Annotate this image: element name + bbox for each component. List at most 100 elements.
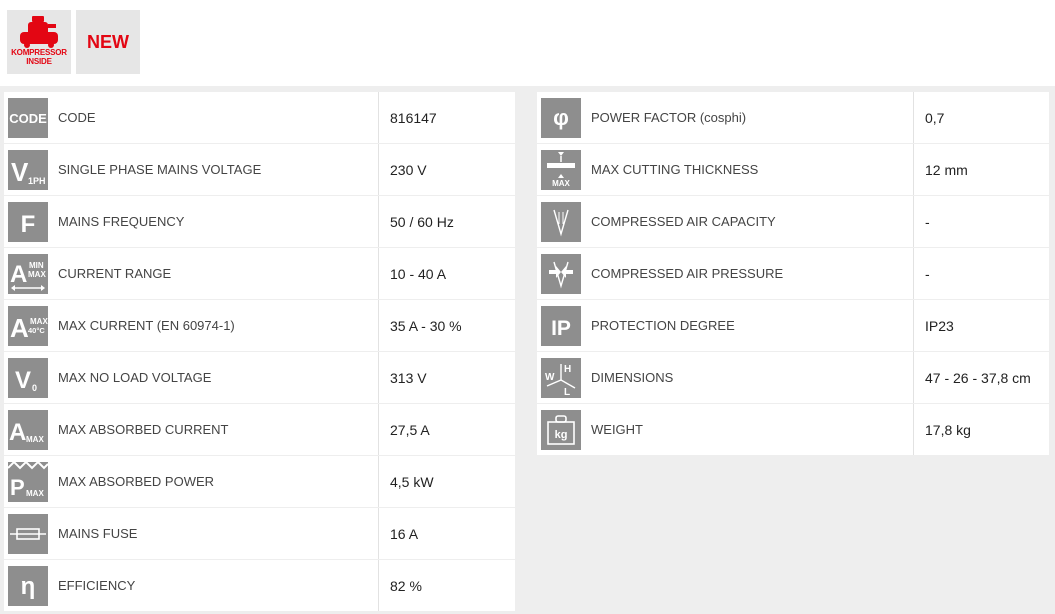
spec-value: 313 V [390,369,427,386]
weight-icon: kg [541,409,581,450]
new-badge: NEW [76,10,140,74]
spec-label: MAX CUTTING THICKNESS [591,162,759,177]
spec-value: 10 - 40 A [390,265,447,282]
spec-value: 816147 [390,109,437,126]
row-divider [913,196,914,247]
spec-label: MAX ABSORBED CURRENT [58,422,229,437]
spec-label: MAINS FUSE [58,526,138,541]
svg-text:MAX: MAX [26,489,44,498]
spec-label: SINGLE PHASE MAINS VOLTAGE [58,162,262,177]
spec-row-protection-degree: IP PROTECTION DEGREE IP23 [537,300,1049,351]
spec-value: 27,5 A [390,421,430,438]
svg-text:V: V [11,157,29,187]
svg-text:CODE: CODE [9,111,47,126]
spec-value: 16 A [390,525,419,542]
badge-row: KOMPRESSOR INSIDE NEW [7,10,140,74]
dimensions-icon: H W L [541,357,581,398]
spec-label: WEIGHT [591,422,643,437]
row-divider [913,144,914,195]
row-divider [378,404,379,455]
power-factor-icon: φ [541,97,581,138]
row-divider [378,92,379,143]
svg-text:A: A [10,313,29,343]
row-divider [378,456,379,507]
absorbed-power-icon: P MAX [8,461,48,502]
kompressor-line1: KOMPRESSOR [11,48,67,57]
svg-text:MIN: MIN [29,261,44,270]
protection-degree-icon: IP [541,305,581,346]
spec-value: 82 % [390,577,422,594]
svg-text:V: V [15,367,31,394]
spec-panel: CODE CODE 816147 V 1PH SINGLE PHASE MAIN… [0,86,1055,614]
row-divider [378,560,379,611]
current-range-icon: A MIN MAX [8,253,48,294]
spec-label: MAINS FREQUENCY [58,214,185,229]
fuse-icon [8,513,48,554]
new-badge-label: NEW [87,31,129,52]
svg-text:A: A [9,419,26,446]
row-divider [378,248,379,299]
frequency-icon: F [8,201,48,242]
spec-label: COMPRESSED AIR PRESSURE [591,266,784,281]
row-divider [378,144,379,195]
svg-text:φ: φ [553,105,569,130]
efficiency-icon: η [8,565,48,606]
spec-value: 0,7 [925,109,945,126]
svg-text:L: L [564,387,570,398]
air-pressure-icon [541,253,581,294]
spec-row-cutting-thickness: MAX MAX CUTTING THICKNESS 12 mm [537,144,1049,195]
spec-label: EFFICIENCY [58,578,136,593]
spec-row-max-current: A MAX 40°C MAX CURRENT (EN 60974-1) 35 A… [4,300,515,351]
svg-text:MAX: MAX [28,270,46,279]
max-current-icon: A MAX 40°C [8,305,48,346]
spec-label: MAX CURRENT (EN 60974-1) [58,318,235,333]
spec-row-efficiency: η EFFICIENCY 82 % [4,560,515,611]
spec-value: 17,8 kg [925,421,971,438]
spec-value: - [925,213,930,230]
svg-text:W: W [545,372,555,383]
row-divider [378,352,379,403]
spec-value: 50 / 60 Hz [390,213,454,230]
svg-text:H: H [564,364,571,375]
spec-label: PROTECTION DEGREE [591,318,735,333]
spec-row-power-factor: φ POWER FACTOR (cosphi) 0,7 [537,92,1049,143]
absorbed-current-icon: A MAX [8,409,48,450]
kompressor-inside-badge: KOMPRESSOR INSIDE [7,10,71,74]
spec-value: 4,5 kW [390,473,434,490]
spec-row-mains-fuse: MAINS FUSE 16 A [4,508,515,559]
air-capacity-icon [541,201,581,242]
code-icon: CODE [8,97,48,138]
spec-row-no-load-voltage: V 0 MAX NO LOAD VOLTAGE 313 V [4,352,515,403]
spec-label: POWER FACTOR (cosphi) [591,110,747,125]
kompressor-text: KOMPRESSOR INSIDE [7,48,71,66]
spec-row-code: CODE CODE 816147 [4,92,515,143]
spec-row-dimensions: H W L DIMENSIONS 47 - 26 - 37,8 cm [537,352,1049,403]
spec-label: CURRENT RANGE [58,266,172,281]
spec-row-absorbed-power: P MAX MAX ABSORBED POWER 4,5 kW [4,456,515,507]
spec-label: COMPRESSED AIR CAPACITY [591,214,776,229]
svg-text:IP: IP [551,317,571,340]
spec-table-right: φ POWER FACTOR (cosphi) 0,7 MAX MAX CUTT… [537,92,1049,456]
spec-row-weight: kg WEIGHT 17,8 kg [537,404,1049,455]
row-divider [913,404,914,455]
spec-row-absorbed-current: A MAX MAX ABSORBED CURRENT 27,5 A [4,404,515,455]
row-divider [378,508,379,559]
spec-row-current-range: A MIN MAX CURRENT RANGE 10 - 40 A [4,248,515,299]
svg-text:kg: kg [555,429,568,441]
spec-label: MAX ABSORBED POWER [58,474,215,489]
spec-value: 12 mm [925,161,968,178]
spec-label: CODE [58,110,96,125]
svg-text:40°C: 40°C [28,326,45,335]
spec-label: MAX NO LOAD VOLTAGE [58,370,212,385]
svg-text:1PH: 1PH [28,176,46,186]
svg-text:MAX: MAX [26,435,44,444]
no-load-voltage-icon: V 0 [8,357,48,398]
row-divider [378,300,379,351]
row-divider [913,248,914,299]
spec-row-air-capacity: COMPRESSED AIR CAPACITY - [537,196,1049,247]
spec-row-air-pressure: COMPRESSED AIR PRESSURE - [537,248,1049,299]
svg-text:MAX: MAX [552,179,570,188]
spec-value: - [925,265,930,282]
spec-value: 35 A - 30 % [390,317,462,334]
svg-text:η: η [21,573,36,600]
